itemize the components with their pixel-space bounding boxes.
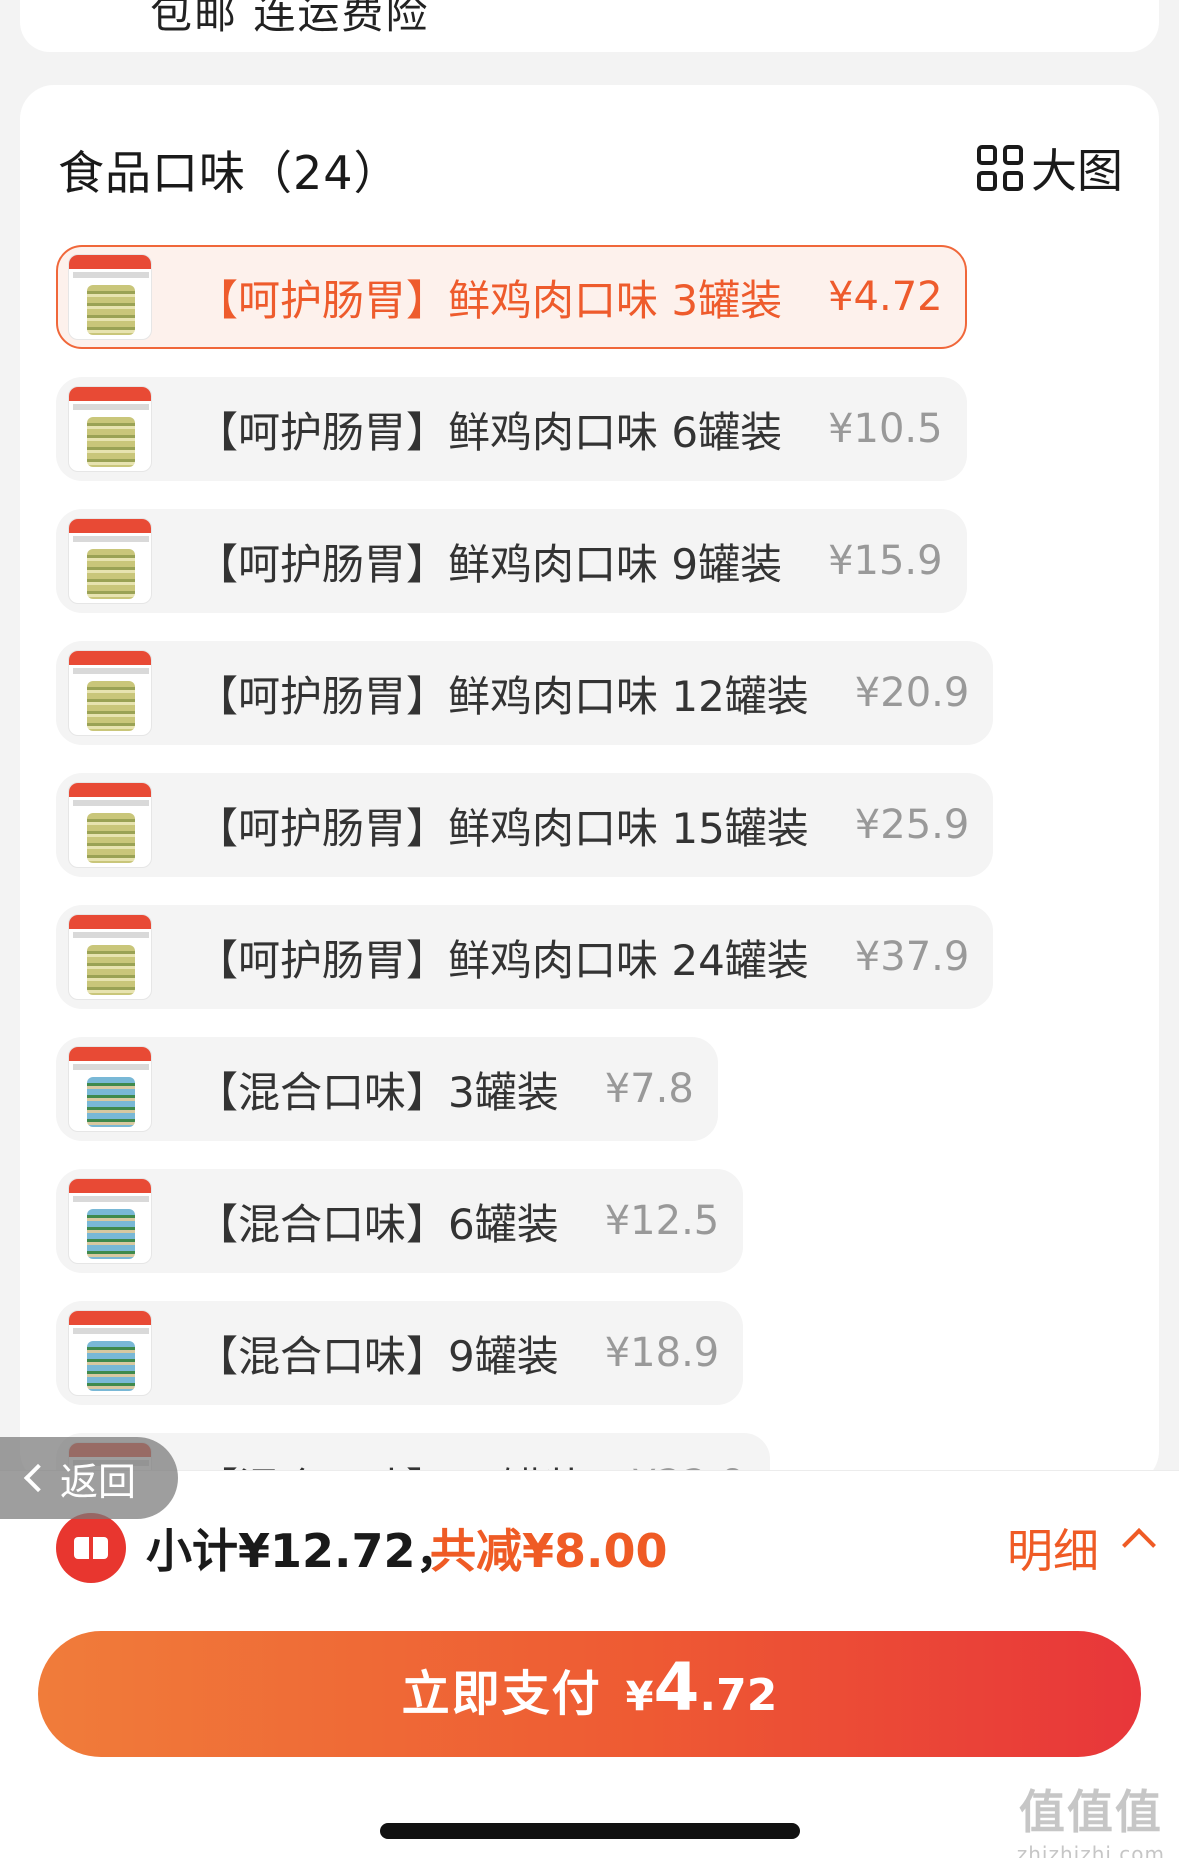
option-item[interactable]: 【混合口味】3罐装 ¥7.8	[56, 1037, 718, 1141]
product-thumbnail	[68, 1178, 152, 1264]
option-item[interactable]: 【呵护肠胃】鲜鸡肉口味 12罐装 ¥20.9	[56, 641, 994, 745]
option-item[interactable]: 【混合口味】6罐装 ¥12.5	[56, 1169, 744, 1273]
option-price: ¥7.8	[604, 1066, 694, 1112]
option-label: 【混合口味】9罐装	[196, 1331, 559, 1381]
section-title: 食品口味（24）	[58, 146, 401, 200]
pay-amount-integer: 4	[653, 1649, 700, 1726]
option-label: 【混合口味】3罐装	[196, 1067, 559, 1117]
option-price: ¥4.72	[828, 274, 943, 320]
option-price: ¥10.5	[828, 406, 943, 452]
option-item[interactable]: 【呵护肠胃】鲜鸡肉口味 15罐装 ¥25.9	[56, 773, 994, 877]
product-thumbnail	[68, 782, 152, 868]
previous-section-text: 包邮 连运费险	[150, 0, 430, 38]
option-price: ¥12.5	[604, 1198, 720, 1244]
option-label: 【呵护肠胃】鲜鸡肉口味 6罐装	[196, 407, 783, 457]
watermark: 值值值 zhizhizhi.com	[1017, 1776, 1165, 1858]
option-label: 【呵护肠胃】鲜鸡肉口味 15罐装	[196, 803, 809, 853]
sku-selector-card: 食品口味（24） 大图 【呵护肠胃】鲜鸡肉口味 3罐装 ¥4.72 【呵护肠胃】鲜鸡…	[20, 85, 1159, 1485]
option-label: 【呵护肠胃】鲜鸡肉口味 24罐装	[196, 935, 809, 985]
checkout-bar: 小计¥12.72， 共减¥8.00 明细 立即支付 ¥ 4 .72 值值值 zh…	[0, 1470, 1179, 1858]
detail-button[interactable]: 明细	[1007, 1515, 1099, 1581]
product-thumbnail	[68, 386, 152, 472]
option-item[interactable]: 【呵护肠胃】鲜鸡肉口味 9罐装 ¥15.9	[56, 509, 967, 613]
pay-currency: ¥	[625, 1674, 654, 1720]
option-price: ¥15.9	[828, 538, 943, 584]
option-price: ¥18.9	[604, 1330, 720, 1376]
product-thumbnail	[68, 914, 152, 1000]
option-label: 【呵护肠胃】鲜鸡肉口味 3罐装	[196, 275, 783, 325]
grid-icon	[977, 145, 1023, 191]
watermark-url: zhizhizhi.com	[1016, 1842, 1165, 1858]
option-item[interactable]: 【混合口味】9罐装 ¥18.9	[56, 1301, 744, 1405]
option-item[interactable]: 【呵护肠胃】鲜鸡肉口味 24罐装 ¥37.9	[56, 905, 994, 1009]
discount-text: 共减¥8.00	[430, 1524, 668, 1578]
back-label: 返回	[60, 1459, 137, 1504]
watermark-logo: 值值值	[1018, 1785, 1163, 1839]
product-thumbnail	[68, 650, 152, 736]
big-image-label: 大图	[1031, 144, 1123, 198]
home-indicator	[380, 1823, 800, 1839]
product-thumbnail	[68, 254, 152, 340]
option-item[interactable]: 【呵护肠胃】鲜鸡肉口味 3罐装 ¥4.72	[56, 245, 967, 349]
chevron-up-icon[interactable]	[1122, 1528, 1156, 1562]
option-item[interactable]: 【呵护肠胃】鲜鸡肉口味 6罐装 ¥10.5	[56, 377, 967, 481]
pay-label: 立即支付	[401, 1666, 602, 1722]
chevron-left-icon	[23, 1463, 53, 1493]
option-price: ¥20.9	[854, 670, 970, 716]
product-thumbnail	[68, 518, 152, 604]
previous-section-card: 包邮 连运费险	[20, 0, 1159, 52]
option-label: 【混合口味】6罐装	[196, 1199, 559, 1249]
subtotal-text: 小计¥12.72，	[146, 1524, 462, 1578]
pay-now-button[interactable]: 立即支付 ¥ 4 .72	[38, 1631, 1141, 1757]
coupon-icon	[56, 1513, 126, 1583]
back-button[interactable]: 返回	[0, 1437, 178, 1519]
big-image-toggle[interactable]: 大图	[977, 135, 1123, 201]
pay-amount-decimal: .72	[699, 1670, 778, 1721]
option-label: 【呵护肠胃】鲜鸡肉口味 12罐装	[196, 671, 809, 721]
product-thumbnail	[68, 1310, 152, 1396]
option-price: ¥37.9	[854, 934, 970, 980]
option-label: 【呵护肠胃】鲜鸡肉口味 9罐装	[196, 539, 783, 589]
option-price: ¥25.9	[854, 802, 970, 848]
product-thumbnail	[68, 1046, 152, 1132]
